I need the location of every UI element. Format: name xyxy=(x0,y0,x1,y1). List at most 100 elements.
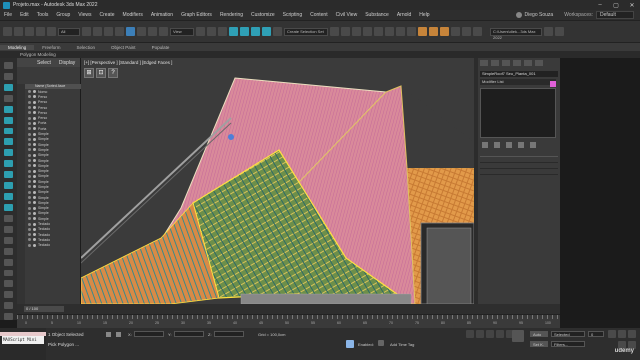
tab-populate[interactable]: Populate xyxy=(144,45,178,50)
object-color-swatch[interactable] xyxy=(550,81,556,87)
ribbon-panel-label[interactable]: Polygon Modeling xyxy=(0,51,640,58)
time-slider-counter[interactable]: 0 / 100 xyxy=(24,306,64,312)
enable-isolation-icon[interactable] xyxy=(346,340,354,348)
select-object-icon[interactable] xyxy=(82,27,91,36)
help-icon[interactable]: ? xyxy=(108,68,118,78)
project-folder-icon[interactable] xyxy=(544,27,553,36)
set-key-icon[interactable] xyxy=(512,330,524,342)
eye-visibility-icon[interactable] xyxy=(28,143,31,147)
link-icon[interactable] xyxy=(25,27,34,36)
eye-visibility-icon[interactable] xyxy=(28,164,31,168)
freeze-icon[interactable] xyxy=(33,222,36,226)
eye-visibility-icon[interactable] xyxy=(28,169,31,173)
redo-icon[interactable] xyxy=(14,27,23,36)
select-scale-icon[interactable] xyxy=(148,27,157,36)
menu-scripting[interactable]: Scripting xyxy=(279,12,306,18)
eye-visibility-icon[interactable] xyxy=(28,243,31,247)
menu-civil-view[interactable]: Civil View xyxy=(332,12,362,18)
display-tab-icon[interactable] xyxy=(524,60,532,66)
eye-visibility-icon[interactable] xyxy=(28,153,31,157)
freeze-icon[interactable] xyxy=(33,190,36,194)
display-containers-icon[interactable] xyxy=(4,203,13,211)
display-lights-icon[interactable] xyxy=(4,127,13,135)
keyboard-shortcut-override-icon[interactable] xyxy=(218,27,227,36)
layers-icon[interactable] xyxy=(4,291,13,299)
modifier-list-dropdown[interactable]: Modifier List xyxy=(480,79,556,85)
minimize-button[interactable]: – xyxy=(592,2,608,8)
spinner-snap-icon[interactable] xyxy=(262,27,271,36)
render-production-icon[interactable] xyxy=(440,27,449,36)
key-mode-dropdown[interactable]: Selected xyxy=(551,331,585,337)
menu-graph-editors[interactable]: Graph Editors xyxy=(177,12,216,18)
display-hidden-icon[interactable] xyxy=(4,225,13,233)
settings-icon[interactable] xyxy=(4,313,13,321)
modifier-stack[interactable] xyxy=(480,88,556,138)
time-configuration-icon[interactable] xyxy=(608,330,616,338)
eye-visibility-icon[interactable] xyxy=(28,111,31,115)
z-coordinate-field[interactable] xyxy=(214,331,244,337)
maxscript-input[interactable]: MAXScript Mini xyxy=(2,336,44,344)
freeze-icon[interactable] xyxy=(33,159,36,162)
workspace-dropdown[interactable]: Default xyxy=(596,11,634,19)
object-name-field[interactable]: SimpleRoof7 Seu_Planta_001 xyxy=(480,71,558,77)
curve-editor-icon[interactable] xyxy=(385,27,394,36)
configure-modifier-sets-icon[interactable] xyxy=(530,142,536,148)
x-coordinate-field[interactable] xyxy=(134,331,164,337)
display-shapes-icon[interactable] xyxy=(4,116,13,124)
current-frame-field[interactable]: 0 xyxy=(588,331,604,337)
menu-create[interactable]: Create xyxy=(96,12,119,18)
freeze-icon[interactable] xyxy=(33,169,36,173)
display-invert-icon[interactable] xyxy=(4,94,13,102)
sort-icon[interactable] xyxy=(4,280,13,288)
make-unique-icon[interactable] xyxy=(506,142,512,148)
selection-set-dropdown[interactable]: Create Selection Set xyxy=(284,27,328,36)
align-icon[interactable] xyxy=(341,27,350,36)
eye-visibility-icon[interactable] xyxy=(28,180,31,184)
roof-model-render[interactable] xyxy=(81,58,474,304)
freeze-icon[interactable] xyxy=(33,143,36,147)
window-crossing-icon[interactable] xyxy=(115,27,124,36)
maxscript-output-line[interactable] xyxy=(0,332,46,336)
add-time-tag[interactable]: Add Time Tag xyxy=(390,342,414,347)
edit-named-selection-icon[interactable] xyxy=(273,27,282,36)
eye-visibility-icon[interactable] xyxy=(28,174,31,178)
show-end-result-icon[interactable] xyxy=(494,142,500,148)
absolute-mode-icon[interactable] xyxy=(116,332,121,337)
pin-stack-icon[interactable] xyxy=(482,142,488,148)
freeze-icon[interactable] xyxy=(33,148,36,152)
freeze-icon[interactable] xyxy=(33,217,36,221)
menu-customize[interactable]: Customize xyxy=(247,12,279,18)
rectangular-selection-icon[interactable] xyxy=(104,27,113,36)
eye-visibility-icon[interactable] xyxy=(28,190,31,194)
display-groups-icon[interactable] xyxy=(4,171,13,179)
freeze-icon[interactable] xyxy=(33,100,36,104)
set-key-button[interactable]: Set K. xyxy=(530,341,548,347)
eye-visibility-icon[interactable] xyxy=(28,201,31,205)
eye-visibility-icon[interactable] xyxy=(28,196,31,200)
display-frozen-icon[interactable] xyxy=(4,214,13,222)
rendered-frame-window-icon[interactable] xyxy=(429,27,438,36)
eye-visibility-icon[interactable] xyxy=(28,95,31,99)
selection-lock-icon[interactable] xyxy=(106,332,111,337)
bind-space-warp-icon[interactable] xyxy=(47,27,56,36)
display-helpers-icon[interactable] xyxy=(4,149,13,157)
display-none-icon[interactable] xyxy=(4,72,13,80)
freeze-icon[interactable] xyxy=(33,211,36,215)
eye-visibility-icon[interactable] xyxy=(28,132,31,136)
close-button[interactable]: ✕ xyxy=(624,2,640,9)
freeze-icon[interactable] xyxy=(33,121,36,125)
lock-icon[interactable] xyxy=(4,258,13,266)
eye-visibility-icon[interactable] xyxy=(28,222,31,226)
freeze-icon[interactable] xyxy=(33,201,36,205)
project-path-dropdown[interactable]: C:\Users\diek...3ds Max 2022 xyxy=(490,27,542,40)
tab-freeform[interactable]: Freeform xyxy=(34,45,68,50)
menu-tools[interactable]: Tools xyxy=(33,12,53,18)
selection-filter-dropdown[interactable]: All xyxy=(58,27,80,36)
scene-object-row[interactable]: Teclado xyxy=(25,243,81,248)
rollout-row[interactable] xyxy=(480,169,558,175)
freeze-icon[interactable] xyxy=(33,238,36,242)
tab-select[interactable]: Select xyxy=(37,60,51,66)
toggle-ribbon-icon[interactable] xyxy=(374,27,383,36)
zoom-icon[interactable] xyxy=(618,330,626,338)
select-move-icon[interactable] xyxy=(126,27,135,36)
